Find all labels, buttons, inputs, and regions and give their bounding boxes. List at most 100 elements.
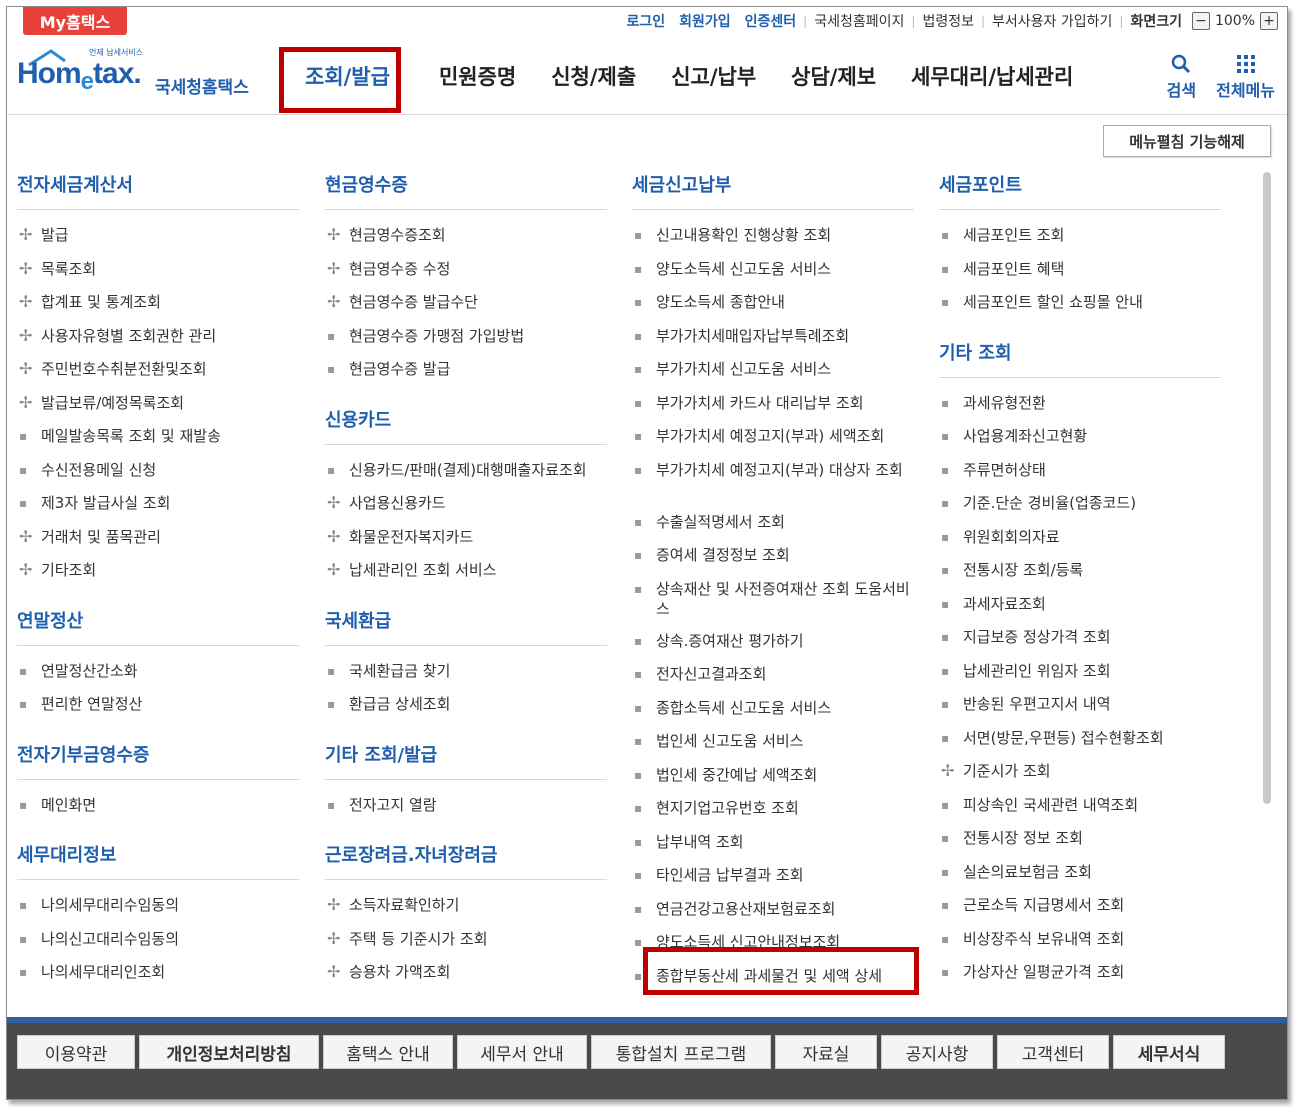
menu-section-title[interactable]: 근로장려금.자녀장려금 bbox=[325, 837, 607, 880]
menu-item[interactable]: ▪ 세금포인트 조회 bbox=[939, 220, 1221, 254]
menu-item[interactable]: ✢ 기타조회 bbox=[17, 555, 299, 589]
menu-item[interactable]: ✢ 합계표 및 통계조회 bbox=[17, 287, 299, 321]
menu-item[interactable]: ▪ 가상자산 일평균가격 조회 bbox=[939, 957, 1221, 991]
menu-item[interactable]: ▪ 지급보증 정상가격 조회 bbox=[939, 622, 1221, 656]
menu-item[interactable]: ▪ 상속재산 및 사전증여재산 조회 도움서비스 bbox=[632, 574, 914, 626]
menu-item[interactable]: ✢ 승용차 가액조회 bbox=[325, 957, 607, 991]
menu-section-title[interactable]: 현금영수증 bbox=[325, 167, 607, 210]
menu-item[interactable]: ▪ 실손의료보험금 조회 bbox=[939, 857, 1221, 891]
menu-item[interactable]: ✢ 사용자유형별 조회권한 관리 bbox=[17, 321, 299, 355]
menu-item[interactable]: ▪ 나의세무대리인조회 bbox=[17, 957, 299, 991]
menu-section-title[interactable]: 세금신고납부 bbox=[632, 167, 914, 210]
menu-item[interactable]: ▪ 위원회회의자료 bbox=[939, 522, 1221, 556]
menu-item[interactable]: ✢ 목록조회 bbox=[17, 254, 299, 288]
gnb-consult-report[interactable]: 상담/제보 bbox=[791, 61, 876, 91]
gnb-apply-submit[interactable]: 신청/제출 bbox=[551, 61, 636, 91]
zoom-out-button[interactable]: − bbox=[1191, 12, 1210, 30]
menu-item[interactable]: ▪ 현지기업고유번호 조회 bbox=[632, 793, 914, 827]
my-hometax-tab[interactable]: My홈택스 bbox=[23, 7, 127, 35]
gnb-certificates[interactable]: 민원증명 bbox=[439, 61, 516, 91]
menu-section-title[interactable]: 기타 조회 bbox=[939, 335, 1221, 378]
menu-item[interactable]: ▪ 연금건강고용산재보험료조회 bbox=[632, 894, 914, 928]
cert-center-link[interactable]: 인증센터 bbox=[738, 11, 804, 31]
menu-item[interactable]: ▪ 부가가치세 예정고지(부과) 세액조회 bbox=[632, 421, 914, 455]
menu-item[interactable]: ▪ 전통시장 조회/등록 bbox=[939, 555, 1221, 589]
menu-section-title[interactable]: 전자세금계산서 bbox=[17, 167, 299, 210]
menu-item[interactable]: ▪ 종합소득세 신고도움 서비스 bbox=[632, 693, 914, 727]
zoom-in-button[interactable]: + bbox=[1260, 12, 1278, 30]
menu-item[interactable]: ▪ 과세유형전환 bbox=[939, 388, 1221, 422]
menu-item[interactable]: ▪ 연말정산간소화 bbox=[17, 656, 299, 690]
menu-item[interactable]: ✢ 주택 등 기준시가 조회 bbox=[325, 924, 607, 958]
menu-item[interactable]: ▪ 신용카드/판매(결제)대행매출자료조회 bbox=[325, 455, 607, 489]
menu-section-title[interactable]: 국세환급 bbox=[325, 603, 607, 646]
menu-item[interactable]: ✢ 발급 bbox=[17, 220, 299, 254]
law-info-link[interactable]: 법령정보 bbox=[915, 11, 981, 31]
menu-item[interactable]: ▪ 전자고지 열람 bbox=[325, 790, 607, 824]
menu-item[interactable]: ✢ 소득자료확인하기 bbox=[325, 890, 607, 924]
menu-item[interactable]: ▪ 주류면허상태 bbox=[939, 455, 1221, 489]
menu-item[interactable]: ▪ 국세환급금 찾기 bbox=[325, 656, 607, 690]
menu-item[interactable]: ✢ 현금영수증 발급수단 bbox=[325, 287, 607, 321]
menu-item[interactable]: ▪ 납부내역 조회 bbox=[632, 827, 914, 861]
menu-item[interactable]: ▪ 제3자 발급사실 조회 bbox=[17, 488, 299, 522]
search-button[interactable]: 검색 bbox=[1167, 51, 1196, 101]
menu-item[interactable]: ▪ 편리한 연말정산 bbox=[17, 689, 299, 723]
footer-link-button[interactable]: 세무서식 bbox=[1113, 1035, 1225, 1069]
signup-link[interactable]: 회원가입 bbox=[672, 11, 738, 31]
menu-item[interactable]: ▪ 반송된 우편고지서 내역 bbox=[939, 689, 1221, 723]
menu-item[interactable]: ✢ 사업용신용카드 bbox=[325, 488, 607, 522]
menu-item[interactable]: ▪ 세금포인트 할인 쇼핑몰 안내 bbox=[939, 287, 1221, 321]
menu-item[interactable]: ▪ 양도소득세 종합안내 bbox=[632, 287, 914, 321]
menu-item[interactable]: ▪ 사업용계좌신고현황 bbox=[939, 421, 1221, 455]
menu-item[interactable]: ▪ 환급금 상세조회 bbox=[325, 689, 607, 723]
login-link[interactable]: 로그인 bbox=[619, 11, 672, 31]
menu-item[interactable]: ▪ 부가가치세 예정고지(부과) 대상자 조회 bbox=[632, 455, 914, 507]
menu-item[interactable]: ▪ 법인세 중간예납 세액조회 bbox=[632, 760, 914, 794]
menu-section-title[interactable]: 세금포인트 bbox=[939, 167, 1221, 210]
menu-item[interactable]: ▪ 타인세금 납부결과 조회 bbox=[632, 860, 914, 894]
menu-item[interactable]: ▪ 부가가치세 신고도움 서비스 bbox=[632, 354, 914, 388]
hometax-logo[interactable]: 언제 납세서비스 Hometax. 국세청홈택스 bbox=[17, 47, 267, 103]
footer-link-button[interactable]: 공지사항 bbox=[881, 1035, 993, 1069]
menu-item[interactable]: ▪ 수출실적명세서 조회 bbox=[632, 507, 914, 541]
footer-link-button[interactable]: 통합설치 프로그램 bbox=[591, 1035, 771, 1069]
menu-item[interactable]: ▪ 현금영수증 가맹점 가입방법 bbox=[325, 321, 607, 355]
menu-item[interactable]: ✢ 기준시가 조회 bbox=[939, 756, 1221, 790]
menu-item[interactable]: ▪ 과세자료조회 bbox=[939, 589, 1221, 623]
menu-item[interactable]: ▪ 수신전용메일 신청 bbox=[17, 455, 299, 489]
menu-item[interactable]: ✢ 거래처 및 품목관리 bbox=[17, 522, 299, 556]
menu-item[interactable]: ▪ 나의세무대리수임동의 bbox=[17, 890, 299, 924]
menu-section-title[interactable]: 연말정산 bbox=[17, 603, 299, 646]
scrollbar[interactable] bbox=[1263, 172, 1271, 804]
menu-item[interactable]: ▪ 신고내용확인 진행상황 조회 bbox=[632, 220, 914, 254]
menu-section-title[interactable]: 전자기부금영수증 bbox=[17, 737, 299, 780]
menu-section-title[interactable]: 세무대리정보 bbox=[17, 837, 299, 880]
menu-unfold-disable-button[interactable]: 메뉴펼침 기능해제 bbox=[1103, 125, 1271, 157]
menu-item[interactable]: ▪ 전자신고결과조회 bbox=[632, 659, 914, 693]
menu-item[interactable]: ▪ 근로소득 지급명세서 조회 bbox=[939, 890, 1221, 924]
menu-item[interactable]: ▪ 세금포인트 혜택 bbox=[939, 254, 1221, 288]
footer-link-button[interactable]: 자료실 bbox=[775, 1035, 877, 1069]
menu-item[interactable]: ▪ 비상장주식 보유내역 조회 bbox=[939, 924, 1221, 958]
menu-item[interactable]: ✢ 주민번호수취분전환및조회 bbox=[17, 354, 299, 388]
footer-link-button[interactable]: 개인정보처리방침 bbox=[139, 1035, 319, 1069]
footer-link-button[interactable]: 세무서 안내 bbox=[457, 1035, 587, 1069]
menu-item[interactable]: ▪ 증여세 결정정보 조회 bbox=[632, 540, 914, 574]
all-menu-button[interactable]: 전체메뉴 bbox=[1216, 51, 1275, 101]
menu-section-title[interactable]: 기타 조회/발급 bbox=[325, 737, 607, 780]
menu-item[interactable]: ▪ 법인세 신고도움 서비스 bbox=[632, 726, 914, 760]
menu-item[interactable]: ✢ 현금영수증 수정 bbox=[325, 254, 607, 288]
menu-item[interactable]: ✢ 화물운전자복지카드 bbox=[325, 522, 607, 556]
menu-item[interactable]: ▪ 전통시장 정보 조회 bbox=[939, 823, 1221, 857]
menu-item[interactable]: ✢ 현금영수증조회 bbox=[325, 220, 607, 254]
menu-item[interactable]: ▪ 나의신고대리수임동의 bbox=[17, 924, 299, 958]
menu-item[interactable]: ▪ 부가가치세매입자납부특례조회 bbox=[632, 321, 914, 355]
footer-link-button[interactable]: 고객센터 bbox=[997, 1035, 1109, 1069]
menu-item[interactable]: ▪ 부가가치세 카드사 대리납부 조회 bbox=[632, 388, 914, 422]
menu-item[interactable]: ✢ 납세관리인 조회 서비스 bbox=[325, 555, 607, 589]
dept-user-signup-link[interactable]: 부서사용자 가입하기 bbox=[985, 11, 1119, 31]
menu-item[interactable]: ▪ 피상속인 국세관련 내역조회 bbox=[939, 790, 1221, 824]
menu-item[interactable]: ▪ 현금영수증 발급 bbox=[325, 354, 607, 388]
menu-item[interactable]: ▪ 메인화면 bbox=[17, 790, 299, 824]
